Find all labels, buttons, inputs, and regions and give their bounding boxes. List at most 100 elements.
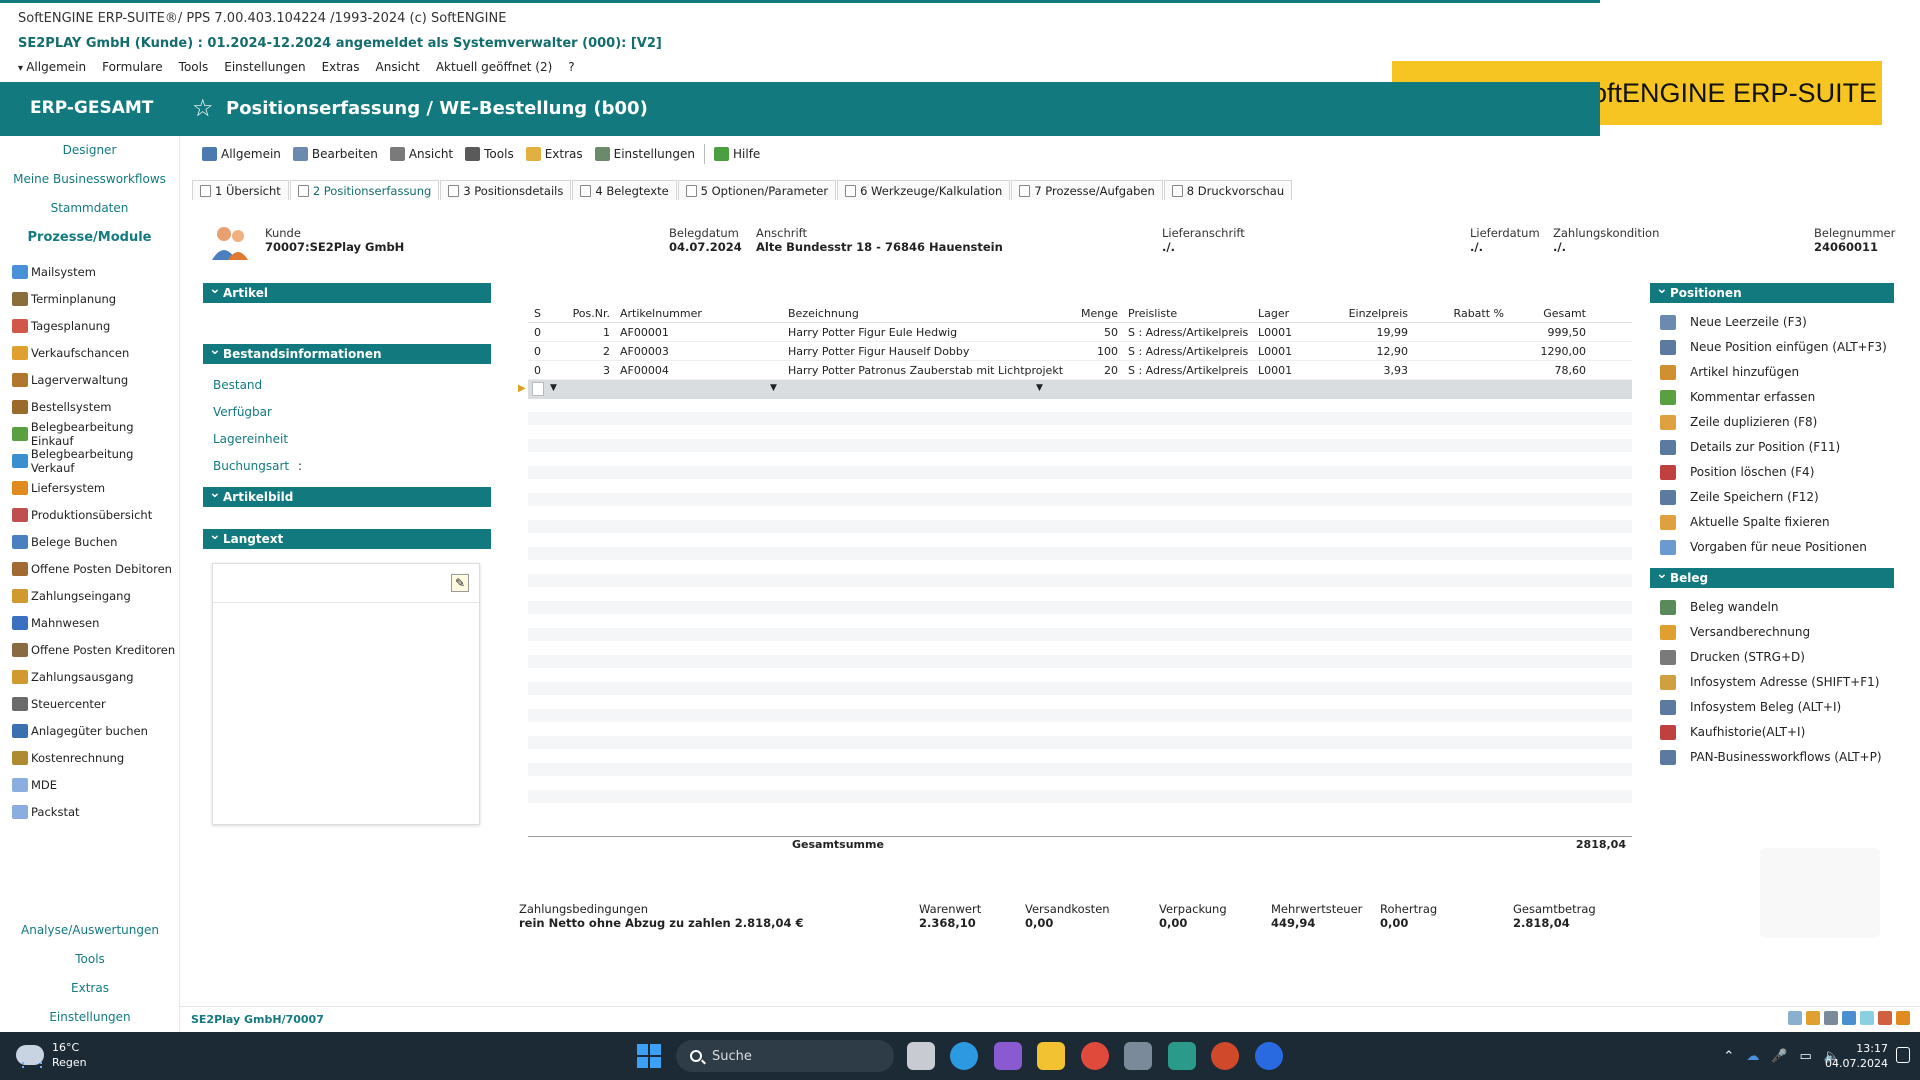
menu-ansicht[interactable]: Ansicht	[376, 60, 420, 74]
module-item-terminplanung[interactable]: Terminplanung	[0, 285, 179, 312]
action-drucken-strg-d[interactable]: Drucken (STRG+D)	[1660, 647, 1805, 667]
module-item-lagerverwaltung[interactable]: Lagerverwaltung	[0, 366, 179, 393]
menu-formulare[interactable]: Formulare	[102, 60, 163, 74]
col-warehouse[interactable]: Lager	[1254, 307, 1334, 320]
action-beleg-wandeln[interactable]: Beleg wandeln	[1660, 597, 1778, 617]
module-item-produktionsübersicht[interactable]: Produktionsübersicht	[0, 501, 179, 528]
onedrive-icon[interactable]: ☁	[1746, 1049, 1759, 1064]
file-explorer-icon[interactable]	[1037, 1042, 1065, 1070]
microphone-icon[interactable]: 🎤	[1771, 1049, 1787, 1064]
tab-2-positionserfassung[interactable]: 2 Positionserfassung	[289, 180, 440, 200]
dropdown-arrow-icon[interactable]: ▼	[550, 383, 557, 393]
action-details-zur-position-f11[interactable]: Details zur Position (F11)	[1660, 437, 1840, 457]
status-icon-4[interactable]	[1842, 1011, 1856, 1025]
row-checkbox[interactable]	[532, 382, 544, 396]
action-pan-businessworkflows-alt-p[interactable]: PAN-Businessworkflows (ALT+P)	[1660, 747, 1882, 767]
status-icon-6[interactable]	[1878, 1011, 1892, 1025]
visual-studio-icon[interactable]	[994, 1042, 1022, 1070]
module-item-zahlungsausgang[interactable]: Zahlungsausgang	[0, 663, 179, 690]
chrome-browser-icon[interactable]	[1081, 1042, 1109, 1070]
status-icon-3[interactable]	[1824, 1011, 1838, 1025]
col-status[interactable]: S	[528, 307, 544, 320]
action-neue-leerzeile-f3[interactable]: Neue Leerzeile (F3)	[1660, 312, 1807, 332]
sidebar-nav-extras[interactable]: Extras	[0, 974, 180, 1003]
module-item-verkaufschancen[interactable]: Verkaufschancen	[0, 339, 179, 366]
toolbar-hilfe-button[interactable]: Hilfe	[708, 142, 766, 166]
cell-ep[interactable]: 12,90	[1334, 345, 1414, 358]
weather-widget[interactable]: 16°C Regen	[16, 1040, 87, 1070]
panel-positionen[interactable]: Positionen	[1650, 279, 1894, 303]
action-kaufhistorie-alt-i[interactable]: Kaufhistorie(ALT+I)	[1660, 722, 1805, 742]
sidebar-nav-designer[interactable]: Designer	[0, 136, 179, 165]
tab-5-optionen-parameter[interactable]: 5 Optionen/Parameter	[677, 180, 837, 200]
cell-menge[interactable]: 20	[1064, 364, 1124, 377]
softengine-app-icon[interactable]	[1168, 1042, 1196, 1070]
col-pricelist[interactable]: Preisliste	[1124, 307, 1254, 320]
sidebar-nav-analyse-auswertungen[interactable]: Analyse/Auswertungen	[0, 916, 180, 945]
cell-ep[interactable]: 3,93	[1334, 364, 1414, 377]
sidebar-nav-prozesse-module[interactable]: Prozesse/Module	[0, 223, 179, 252]
table-row[interactable]: 0 3 AF00004 Harry Potter Patronus Zaubersta…	[528, 361, 1632, 380]
cell-bez[interactable]: Harry Potter Patronus Zauberstab mit Lic…	[784, 364, 1064, 377]
cell-s[interactable]: 0	[528, 364, 544, 377]
favorite-star-icon[interactable]: ☆	[192, 94, 214, 122]
module-item-kostenrechnung[interactable]: Kostenrechnung	[0, 744, 179, 771]
module-item-zahlungseingang[interactable]: Zahlungseingang	[0, 582, 179, 609]
col-posnr[interactable]: Pos.Nr.	[544, 307, 616, 320]
tab-6-werkzeuge-kalkulation[interactable]: 6 Werkzeuge/Kalkulation	[837, 180, 1011, 200]
col-article-number[interactable]: Artikelnummer	[616, 307, 784, 320]
menu-einstellungen[interactable]: Einstellungen	[224, 60, 305, 74]
cell-pl[interactable]: S : Adress/Artikelpreis	[1124, 364, 1254, 377]
status-icon-2[interactable]	[1806, 1011, 1820, 1025]
action-aktuelle-spalte-fixieren[interactable]: Aktuelle Spalte fixieren	[1660, 512, 1830, 532]
sidebar-nav-stammdaten[interactable]: Stammdaten	[0, 194, 179, 223]
action-position-löschen-f4[interactable]: Position löschen (F4)	[1660, 462, 1814, 482]
col-quantity[interactable]: Menge	[1064, 307, 1124, 320]
chevron-up-icon[interactable]: ⌃	[1723, 1049, 1734, 1064]
cell-pl[interactable]: S : Adress/Artikelpreis	[1124, 326, 1254, 339]
action-zeile-duplizieren-f8[interactable]: Zeile duplizieren (F8)	[1660, 412, 1817, 432]
cell-lager[interactable]: L0001	[1254, 345, 1334, 358]
cell-pos[interactable]: 1	[544, 326, 616, 339]
panel-artikel[interactable]: Artikel	[203, 279, 491, 303]
cell-pos[interactable]: 3	[544, 364, 616, 377]
cell-menge[interactable]: 100	[1064, 345, 1124, 358]
status-icon-1[interactable]	[1788, 1011, 1802, 1025]
cell-s[interactable]: 0	[528, 345, 544, 358]
module-item-mailsystem[interactable]: Mailsystem	[0, 258, 179, 285]
action-artikel-hinzufügen[interactable]: Artikel hinzufügen	[1660, 362, 1799, 382]
menu-[interactable]: ?	[568, 60, 574, 74]
module-item-steuercenter[interactable]: Steuercenter	[0, 690, 179, 717]
cell-art[interactable]: AF00003	[616, 345, 784, 358]
menu-aktuell-geöffnet-2[interactable]: Aktuell geöffnet (2)	[436, 60, 552, 74]
toolbar-extras-button[interactable]: Extras	[520, 142, 589, 166]
tab-3-positionsdetails[interactable]: 3 Positionsdetails	[440, 180, 572, 200]
cell-ep[interactable]: 19,99	[1334, 326, 1414, 339]
sidebar-nav-einstellungen[interactable]: Einstellungen	[0, 1003, 180, 1032]
module-item-mahnwesen[interactable]: Mahnwesen	[0, 609, 179, 636]
action-neue-position-einfügen-alt-f3[interactable]: Neue Position einfügen (ALT+F3)	[1660, 337, 1887, 357]
taskbar-clock[interactable]: 13:17 04.07.2024	[1825, 1041, 1888, 1071]
new-entry-row[interactable]: ▶ ▼ ▼ ▼	[518, 380, 1632, 399]
action-vorgaben-für-neue-positionen[interactable]: Vorgaben für neue Positionen	[1660, 537, 1867, 557]
toolbar-bearbeiten-button[interactable]: Bearbeiten	[287, 142, 384, 166]
table-row[interactable]: 0 2 AF00003 Harry Potter Figur Hauself Dobb…	[528, 342, 1632, 361]
module-item-offene-posten-kreditoren[interactable]: Offene Posten Kreditoren	[0, 636, 179, 663]
dropdown-arrow-icon[interactable]: ▼	[1036, 383, 1043, 393]
module-item-anlagegüter-buchen[interactable]: Anlagegüter buchen	[0, 717, 179, 744]
cell-bez[interactable]: Harry Potter Figur Hauself Dobby	[784, 345, 1064, 358]
col-description[interactable]: Bezeichnung	[784, 307, 1064, 320]
dropdown-arrow-icon[interactable]: ▼	[770, 383, 777, 393]
taskbar-search[interactable]: Suche	[676, 1040, 894, 1072]
toolbar-ansicht-button[interactable]: Ansicht	[384, 142, 459, 166]
menu-tools[interactable]: Tools	[179, 60, 209, 74]
module-item-packstat[interactable]: Packstat	[0, 798, 179, 825]
action-infosystem-adresse-shift-f1[interactable]: Infosystem Adresse (SHIFT+F1)	[1660, 672, 1879, 692]
tab-7-prozesse-aufgaben[interactable]: 7 Prozesse/Aufgaben	[1011, 180, 1163, 200]
cell-pl[interactable]: S : Adress/Artikelpreis	[1124, 345, 1254, 358]
toolbar-tools-button[interactable]: Tools	[459, 142, 520, 166]
col-unit-price[interactable]: Einzelpreis	[1334, 307, 1414, 320]
cell-ges[interactable]: 999,50	[1510, 326, 1592, 339]
notification-icon[interactable]	[1896, 1047, 1910, 1063]
tab-1-übersicht[interactable]: 1 Übersicht	[192, 180, 289, 200]
